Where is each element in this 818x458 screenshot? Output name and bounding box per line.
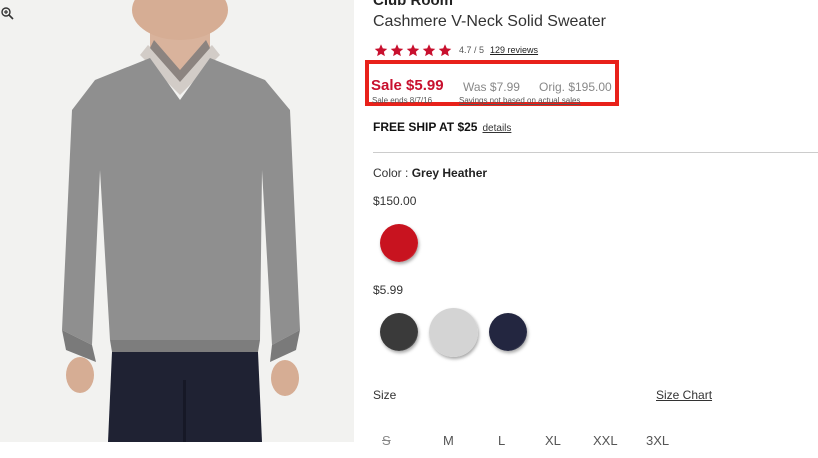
- color-swatch-charcoal[interactable]: [380, 313, 418, 351]
- original-price: Orig. $195.00: [539, 80, 612, 94]
- sale-price: Sale $5.99: [371, 77, 444, 94]
- selected-color-name: Grey Heather: [411, 166, 488, 180]
- color-swatch-red[interactable]: [380, 224, 418, 262]
- price-group-label: $5.99: [373, 283, 404, 297]
- color-label: Color :: [373, 166, 409, 180]
- size-label: Size: [373, 388, 397, 402]
- size-option-m[interactable]: M: [443, 433, 454, 448]
- price-highlight-box: Sale $5.99 Was $7.99 Orig. $195.00 Sale …: [365, 60, 619, 106]
- was-price: Was $7.99: [463, 80, 520, 94]
- brand-name: Club Room: [373, 0, 453, 9]
- free-shipping-text: FREE SHIP AT $25: [373, 120, 478, 134]
- rating-row: 4.7 / 5 129 reviews: [373, 42, 538, 58]
- star-icon: [390, 43, 404, 56]
- price-group-label: $150.00: [373, 194, 417, 208]
- product-title: Cashmere V-Neck Solid Sweater: [373, 13, 606, 30]
- sale-end-date: Sale ends 8/7/16: [372, 96, 433, 105]
- star-icon: [374, 43, 388, 56]
- star-icon: [406, 43, 420, 56]
- size-chart-link[interactable]: Size Chart: [656, 388, 712, 402]
- color-selection-label: Color : Grey Heather: [373, 166, 487, 180]
- color-swatch-grey-heather[interactable]: [429, 308, 478, 357]
- star-icon: [422, 43, 436, 56]
- shipping-details-link[interactable]: details: [482, 123, 511, 134]
- product-photo: [0, 0, 354, 442]
- size-option-xxl[interactable]: XXL: [593, 433, 618, 448]
- size-option-3xl[interactable]: 3XL: [646, 433, 669, 448]
- reviews-link[interactable]: 129 reviews: [490, 45, 538, 55]
- size-option-l[interactable]: L: [498, 433, 505, 448]
- zoom-in-icon[interactable]: [0, 6, 14, 20]
- size-option-xl[interactable]: XL: [545, 433, 561, 448]
- product-info: Club Room Cashmere V-Neck Solid Sweater …: [365, 0, 818, 458]
- color-swatch-navy[interactable]: [489, 313, 527, 351]
- rating-value: 4.7 / 5: [459, 45, 485, 55]
- divider: [373, 152, 818, 153]
- star-icon: [438, 43, 452, 56]
- savings-disclaimer-link[interactable]: Savings not based on actual sales: [459, 96, 580, 105]
- rating-stars: [373, 43, 453, 58]
- free-shipping-banner: FREE SHIP AT $25 details: [373, 120, 511, 134]
- product-image[interactable]: [0, 0, 354, 442]
- size-option-s[interactable]: S: [382, 433, 391, 448]
